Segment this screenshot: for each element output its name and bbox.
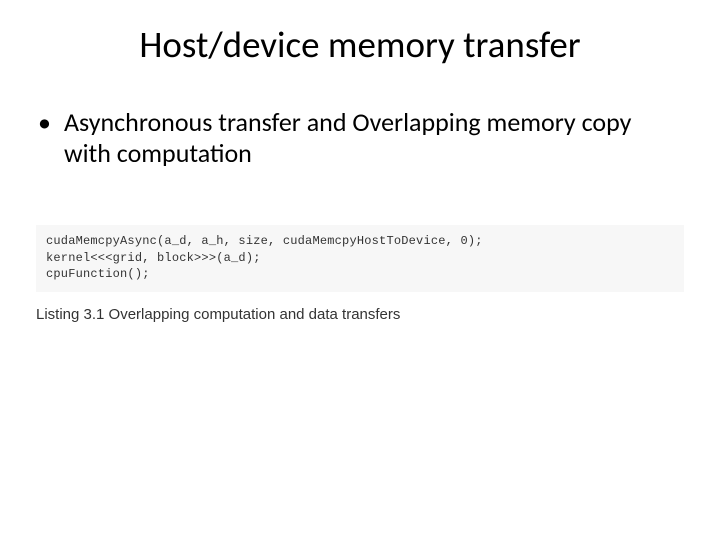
bullet-item: Asynchronous transfer and Overlapping me… [38,107,660,169]
listing-caption: Listing 3.1 Overlapping computation and … [36,306,684,323]
slide-title: Host/device memory transfer [0,0,720,67]
bullet-list: Asynchronous transfer and Overlapping me… [38,107,660,169]
slide-body: Asynchronous transfer and Overlapping me… [0,107,720,169]
code-line: cpuFunction(); [46,267,150,281]
code-line: cudaMemcpyAsync(a_d, a_h, size, cudaMemc… [46,234,483,248]
code-line: kernel<<<grid, block>>>(a_d); [46,251,261,265]
slide: Host/device memory transfer Asynchronous… [0,0,720,540]
code-listing: cudaMemcpyAsync(a_d, a_h, size, cudaMemc… [36,225,684,292]
